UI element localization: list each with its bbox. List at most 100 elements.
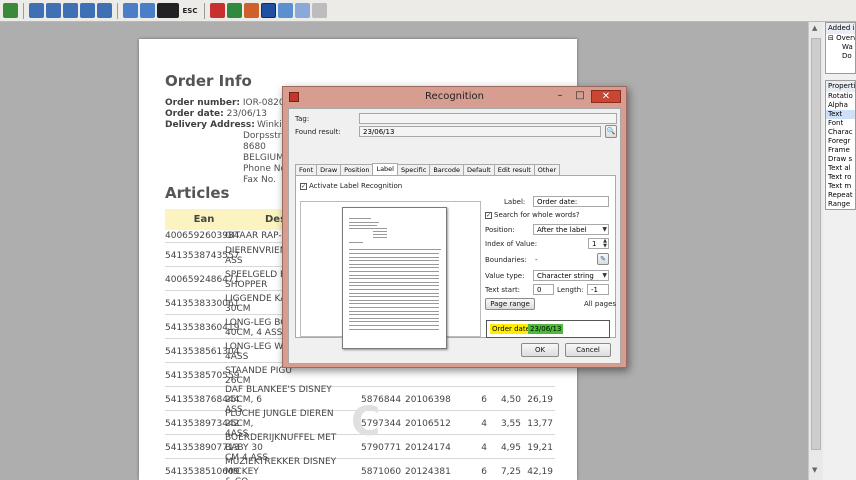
maximize-button[interactable]: □ xyxy=(571,90,589,103)
scan-multiple-icon[interactable] xyxy=(46,3,61,18)
price-cell: 4,95 xyxy=(500,442,521,453)
minimize-button[interactable]: – xyxy=(551,90,569,103)
position-select[interactable]: After the label ▼ xyxy=(533,224,609,235)
close-button[interactable]: ✕ xyxy=(591,90,621,103)
activate-label-checkbox[interactable]: ✓ Activate Label Recognition xyxy=(300,182,402,190)
scan-send-icon[interactable] xyxy=(63,3,78,18)
property-row[interactable]: Text al xyxy=(826,164,855,173)
tree-item[interactable]: ⊟ Overvi xyxy=(826,34,855,43)
dialog-titlebar[interactable]: Recognition – □ ✕ xyxy=(283,87,626,107)
preview-text-line xyxy=(349,263,439,265)
preview-text-line xyxy=(349,325,439,326)
index-of-value-stepper[interactable]: 1 ▲ ▼ xyxy=(588,238,609,249)
label-input[interactable]: Order date: xyxy=(533,196,609,207)
ean-cell: 5413538743557 xyxy=(165,250,240,261)
description-line: 40CM, 4 ASS xyxy=(225,327,283,338)
forward-icon[interactable] xyxy=(80,3,95,18)
preview-text-line xyxy=(349,289,439,290)
position-label: Position: xyxy=(485,226,515,234)
label-label: Label: xyxy=(504,198,526,206)
preview-text-line xyxy=(349,256,439,258)
vertical-scrollbar[interactable]: ▲ ▼ xyxy=(808,22,823,480)
property-row[interactable]: Foregr xyxy=(826,137,855,146)
stamp-icon[interactable] xyxy=(244,3,259,18)
checkbox-checked-icon[interactable]: ✓ xyxy=(485,211,492,219)
property-row[interactable]: Text ro xyxy=(826,173,855,182)
preview-text-line xyxy=(349,242,363,243)
scrollbar-thumb[interactable] xyxy=(811,38,821,450)
toolbar-separator xyxy=(117,2,118,19)
tree-item[interactable]: Do xyxy=(826,52,855,61)
tab-specific[interactable]: Specific xyxy=(397,164,431,175)
text-start-input[interactable]: 0 xyxy=(533,284,554,295)
preview-text-line xyxy=(349,228,373,229)
tab-font[interactable]: Font xyxy=(295,164,318,175)
boundaries-edit-icon[interactable]: ✎ xyxy=(597,253,609,265)
validate-icon[interactable] xyxy=(227,3,242,18)
ean-cell: 5413538973442 xyxy=(165,418,240,429)
description-line: ASS xyxy=(225,255,243,266)
tab-edit-result[interactable]: Edit result xyxy=(493,164,535,175)
ean-cell: 5413538768444 xyxy=(165,394,240,405)
barcode-icon[interactable] xyxy=(157,3,179,18)
quantity-cell: 6 xyxy=(481,394,487,405)
edit-icon[interactable] xyxy=(97,3,112,18)
property-row[interactable]: Rotatio xyxy=(826,92,855,101)
tab-draw[interactable]: Draw xyxy=(316,164,342,175)
tab-other[interactable]: Other xyxy=(533,164,561,175)
escape-icon[interactable]: ESC xyxy=(181,3,199,18)
search-whole-words-checkbox[interactable]: ✓ Search for whole words? xyxy=(485,211,580,219)
spinner-icon[interactable]: ▲ ▼ xyxy=(603,239,607,248)
text-start-label: Text start: xyxy=(485,286,521,294)
cancel-button[interactable]: Cancel xyxy=(565,343,611,357)
value-type-select-value: Character string xyxy=(537,272,594,280)
page-icon[interactable] xyxy=(312,3,327,18)
property-row[interactable]: Text m xyxy=(826,182,855,191)
preview-text-line xyxy=(349,314,439,316)
value-type-select[interactable]: Character string ▼ xyxy=(533,270,609,281)
tab-barcode[interactable]: Barcode xyxy=(429,164,464,175)
property-row[interactable]: Frame xyxy=(826,146,855,155)
preview-text-line xyxy=(349,253,439,254)
copy-icon[interactable] xyxy=(278,3,293,18)
open-icon[interactable] xyxy=(3,3,18,18)
length-input[interactable]: -1 xyxy=(587,284,609,295)
recognition-dialog: Recognition – □ ✕ Tag: Found result: 23/… xyxy=(282,86,627,368)
zone-alt-icon[interactable] xyxy=(140,3,155,18)
zone-icon[interactable] xyxy=(123,3,138,18)
property-row[interactable]: Text xyxy=(826,110,855,119)
property-row[interactable]: Alpha xyxy=(826,101,855,110)
scroll-down-icon[interactable]: ▼ xyxy=(812,466,817,474)
property-row[interactable]: Range xyxy=(826,200,855,209)
ocr-icon[interactable] xyxy=(210,3,225,18)
checkbox-checked-icon[interactable]: ✓ xyxy=(300,182,307,190)
result-preview-box: Order date: 23/06/13 xyxy=(486,320,610,338)
page-range-button[interactable]: Page range xyxy=(485,298,535,310)
tag-field[interactable] xyxy=(359,113,617,124)
found-result-field[interactable]: 23/06/13 xyxy=(359,126,601,137)
scroll-up-icon[interactable]: ▲ xyxy=(812,24,817,32)
description-cell: PLUCHE JUNGLE DIEREN 25CM, 4ASS xyxy=(225,409,355,439)
paste-icon[interactable] xyxy=(295,3,310,18)
code-cell: 5871060 xyxy=(361,466,402,477)
magnifier-icon[interactable]: 🔍 xyxy=(605,125,617,138)
all-pages-text: All pages xyxy=(584,300,617,308)
tab-default[interactable]: Default xyxy=(462,164,495,175)
scan-icon[interactable] xyxy=(29,3,44,18)
tree-item[interactable]: Wa xyxy=(826,43,855,52)
property-row[interactable]: Charac xyxy=(826,128,855,137)
property-row[interactable]: Draw s xyxy=(826,155,855,164)
order-date-row: Order date: 23/06/13 xyxy=(165,109,267,119)
value-type-label: Value type: xyxy=(485,272,525,280)
tree-toggle-icon[interactable]: ⊟ xyxy=(828,34,834,42)
preview-text-line xyxy=(349,225,377,226)
property-row[interactable]: Repeat xyxy=(826,191,855,200)
ok-button[interactable]: OK xyxy=(521,343,559,357)
property-row[interactable]: Font xyxy=(826,119,855,128)
quantity-cell: 4 xyxy=(481,442,487,453)
tab-position[interactable]: Position xyxy=(340,164,374,175)
escape-label: ESC xyxy=(182,6,198,15)
description-line: MUZIEKTREKKER DISNEY MICKEY xyxy=(225,456,337,477)
screen-icon[interactable] xyxy=(261,3,276,18)
tab-label[interactable]: Label xyxy=(372,163,398,175)
